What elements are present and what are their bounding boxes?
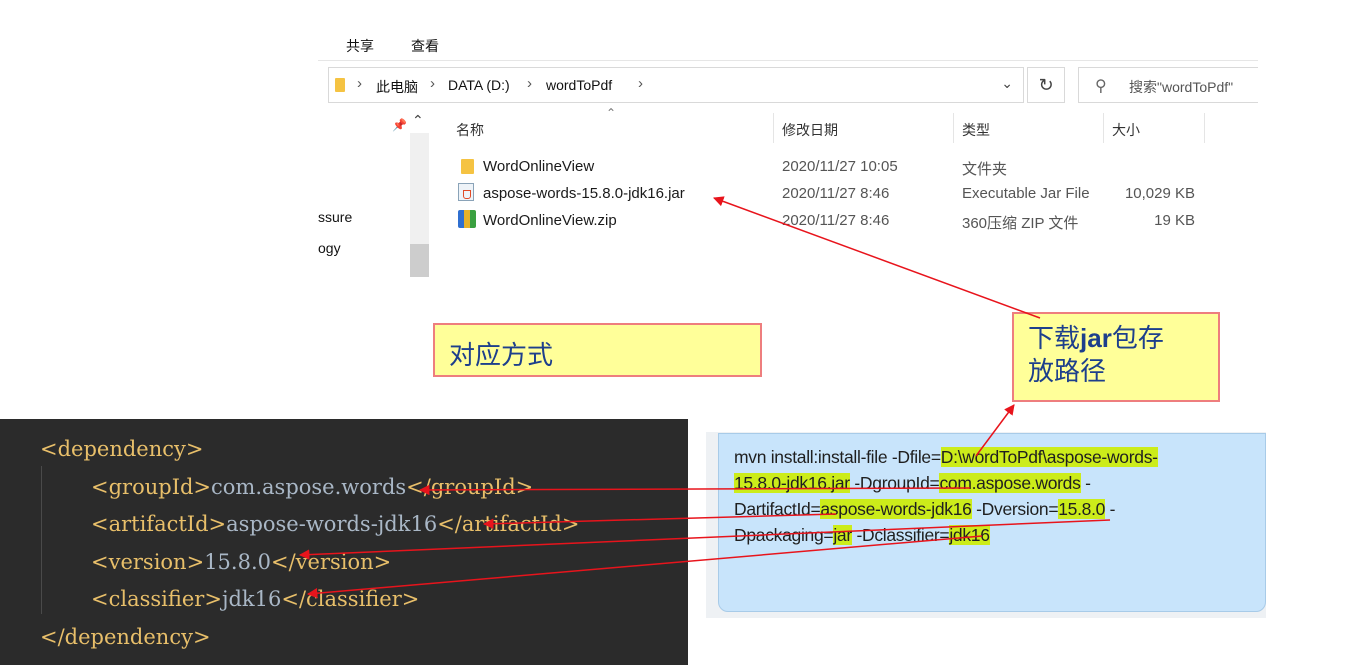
arrow-to-jar-file (713, 196, 1041, 319)
arrow-groupid (418, 484, 971, 496)
arrow-version (298, 519, 1111, 560)
annotation-arrows (298, 196, 1111, 599)
arrow-classifier (306, 535, 983, 599)
arrow-artifactid (482, 513, 837, 529)
arrow-to-path-callout (975, 404, 1015, 457)
